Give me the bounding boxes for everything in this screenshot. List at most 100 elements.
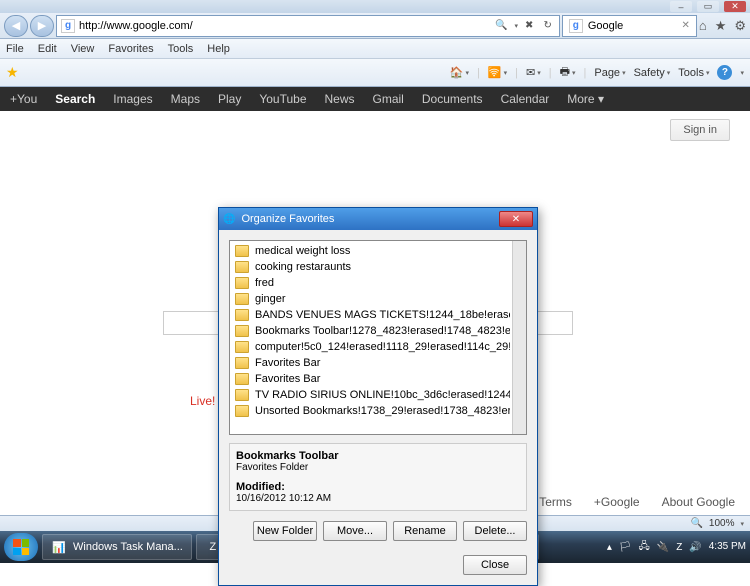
title-right-icons: ⌂ ★ ⚙	[699, 18, 746, 34]
zoom-dropdown-icon[interactable]: ▾	[740, 520, 744, 528]
tab-favicon: g	[569, 19, 583, 33]
folder-icon	[235, 389, 249, 401]
detail-subtitle: Favorites Folder	[236, 462, 520, 473]
search-icon[interactable]: 🔍	[492, 20, 510, 31]
feeds-icon[interactable]: 🛜▾	[488, 66, 507, 79]
tray-volume-icon[interactable]: 🔊	[689, 542, 701, 553]
page-content: Sign in Live! W Advertising ProgramsBusi…	[0, 111, 750, 515]
window-titlebar: – ▭ ✕	[0, 0, 750, 13]
new-folder-button[interactable]: New Folder	[253, 521, 317, 541]
favorites-folder-item[interactable]: TV RADIO SIRIUS ONLINE!10bc_3d6c!erased!…	[232, 387, 510, 403]
dialog-close-button[interactable]: ✕	[499, 211, 533, 227]
footer-link[interactable]: About Google	[662, 495, 735, 509]
command-bar: ★ 🏠▾ | 🛜▾ | ✉▾ | 🖶▾ | Page▾ Safety▾ Tool…	[0, 59, 750, 87]
zoom-icon[interactable]: 🔍	[690, 518, 702, 529]
url-dropdown-icon[interactable]: ▾	[515, 22, 519, 30]
tab-close-icon[interactable]: ✕	[681, 20, 689, 31]
favorites-folder-item[interactable]: computer!5c0_124!erased!1118_29!erased!1…	[232, 339, 510, 355]
folder-icon	[235, 357, 249, 369]
gbar-documents[interactable]: Documents	[422, 92, 483, 106]
favorites-folder-item[interactable]: fred	[232, 275, 510, 291]
back-button[interactable]: ◀	[4, 15, 28, 37]
print-icon[interactable]: 🖶▾	[560, 63, 576, 82]
help-icon[interactable]: ?	[717, 65, 732, 80]
gbar-images[interactable]: Images	[113, 92, 152, 106]
gbar-youtube[interactable]: YouTube	[259, 92, 306, 106]
favorites-star-icon[interactable]: ★	[715, 18, 727, 34]
folder-label: cooking restaraunts	[255, 261, 351, 273]
menu-edit[interactable]: Edit	[38, 43, 57, 55]
favorites-folder-item[interactable]: Favorites Bar	[232, 371, 510, 387]
browser-tab[interactable]: g Google ✕	[562, 15, 697, 37]
delete-button[interactable]: Delete...	[463, 521, 527, 541]
menu-file[interactable]: File	[6, 43, 24, 55]
menu-tools[interactable]: Tools	[168, 43, 194, 55]
detail-modified-value: 10/16/2012 10:12 AM	[236, 493, 520, 504]
tray-power-icon[interactable]: 🔌	[657, 542, 669, 553]
forward-button[interactable]: ▶	[30, 15, 54, 37]
taskbar-clock[interactable]: 4:35 PM	[709, 542, 746, 552]
dialog-titlebar[interactable]: 🌐 Organize Favorites ✕	[219, 208, 537, 230]
tray-z-icon[interactable]: Z	[676, 542, 682, 553]
tab-label: Google	[588, 20, 623, 32]
tools-menu[interactable]: Tools▾	[678, 67, 709, 79]
folder-icon	[235, 325, 249, 337]
gbar-play[interactable]: Play	[218, 92, 241, 106]
footer-link[interactable]: +Google	[594, 495, 640, 509]
close-button[interactable]: ✕	[724, 1, 746, 12]
home-icon[interactable]: ⌂	[699, 18, 707, 34]
gbar-gmail[interactable]: Gmail	[373, 92, 404, 106]
add-favorite-icon[interactable]: ★	[6, 64, 19, 81]
tray-chevron-icon[interactable]: ▴	[607, 542, 612, 553]
gbar-search[interactable]: Search	[55, 92, 95, 106]
gbar-you[interactable]: +You	[10, 92, 37, 106]
refresh-icon[interactable]: ↻	[540, 20, 554, 31]
folder-label: medical weight loss	[255, 245, 350, 257]
folder-label: Favorites Bar	[255, 357, 320, 369]
url-field[interactable]: g http://www.google.com/ 🔍 ▾ ✖ ↻	[56, 15, 560, 37]
favorites-folder-item[interactable]: cooking restaraunts	[232, 259, 510, 275]
favorites-folder-item[interactable]: medical weight loss	[232, 243, 510, 259]
favorites-list[interactable]: medical weight loss cooking restaraunts fr…	[229, 240, 527, 435]
favorites-folder-item[interactable]: BANDS VENUES MAGS TICKETS!1244_18be!eras…	[232, 307, 510, 323]
tools-gear-icon[interactable]: ⚙	[734, 18, 746, 34]
rename-button[interactable]: Rename	[393, 521, 457, 541]
favorites-folder-item[interactable]: Favorites Bar	[232, 355, 510, 371]
menu-help[interactable]: Help	[207, 43, 230, 55]
home-dropdown[interactable]: 🏠▾	[450, 66, 469, 79]
favorites-folder-item[interactable]: Unsorted Bookmarks!1738_29!erased!1738_4…	[232, 403, 510, 419]
maximize-button[interactable]: ▭	[697, 1, 719, 12]
page-menu[interactable]: Page▾	[594, 67, 625, 79]
scrollbar[interactable]	[512, 241, 526, 434]
menu-view[interactable]: View	[71, 43, 95, 55]
folder-label: Favorites Bar	[255, 373, 320, 385]
folder-label: BANDS VENUES MAGS TICKETS!1244_18be!eras…	[255, 309, 510, 321]
move-button[interactable]: Move...	[323, 521, 387, 541]
tray-flag-icon[interactable]: 🏳	[619, 542, 632, 553]
dialog-close-action-button[interactable]: Close	[463, 555, 527, 575]
tray-network-icon[interactable]: 🖧	[639, 539, 650, 556]
stop-icon[interactable]: ✖	[522, 20, 536, 31]
google-nav-bar: +You Search Images Maps Play YouTube News Gmail…	[0, 87, 750, 111]
folder-icon	[235, 373, 249, 385]
gbar-maps[interactable]: Maps	[171, 92, 200, 106]
system-tray[interactable]: ▴ 🏳 🖧 🔌 Z 🔊 4:35 PM	[607, 539, 746, 556]
start-button[interactable]	[4, 533, 38, 561]
gbar-news[interactable]: News	[325, 92, 355, 106]
safety-menu[interactable]: Safety▾	[634, 67, 671, 79]
item-detail-panel: Bookmarks Toolbar Favorites Folder Modif…	[229, 443, 527, 511]
menu-favorites[interactable]: Favorites	[108, 43, 153, 55]
dialog-icon: 🌐	[223, 214, 235, 225]
gbar-calendar[interactable]: Calendar	[501, 92, 550, 106]
gbar-more[interactable]: More ▾	[567, 92, 604, 106]
minimize-button[interactable]: –	[670, 1, 692, 12]
folder-label: Bookmarks Toolbar!1278_4823!erased!1748_…	[255, 325, 510, 337]
mail-icon[interactable]: ✉▾	[526, 66, 541, 79]
favorites-folder-item[interactable]: Bookmarks Toolbar!1278_4823!erased!1748_…	[232, 323, 510, 339]
dialog-title-text: Organize Favorites	[241, 213, 334, 225]
folder-icon	[235, 277, 249, 289]
zoom-level[interactable]: 100%	[709, 518, 735, 529]
taskbar-item[interactable]: 📊Windows Task Mana...	[42, 534, 192, 560]
signin-button[interactable]: Sign in	[670, 119, 730, 141]
favorites-folder-item[interactable]: ginger	[232, 291, 510, 307]
